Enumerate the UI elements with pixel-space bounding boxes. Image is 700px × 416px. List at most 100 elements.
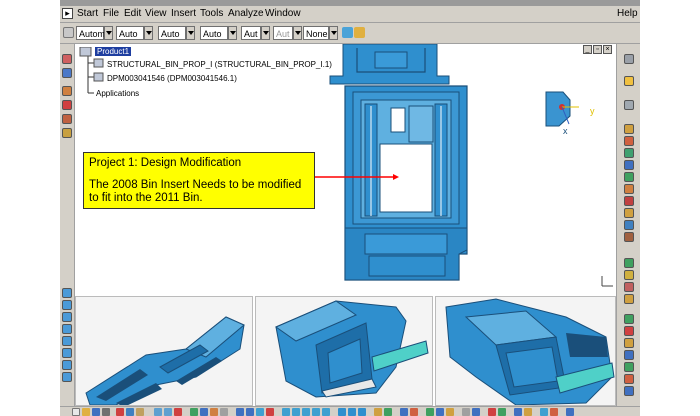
open-icon[interactable] <box>82 408 90 416</box>
menu-tools[interactable]: Tools <box>200 8 223 19</box>
tool-icon[interactable] <box>472 408 480 416</box>
tool-icon[interactable] <box>624 350 634 360</box>
tool-icon[interactable] <box>426 408 434 416</box>
menu-start[interactable]: Start <box>77 8 98 19</box>
tool-icon[interactable] <box>410 408 418 416</box>
menu-help[interactable]: Help <box>617 8 638 19</box>
system-menu-icon[interactable]: ▸ <box>62 8 73 19</box>
tool-icon[interactable] <box>624 338 634 348</box>
tool-icon[interactable] <box>550 408 558 416</box>
tool-icon[interactable] <box>540 408 548 416</box>
tool-icon[interactable] <box>624 232 634 242</box>
menu-insert[interactable]: Insert <box>171 8 196 19</box>
tool-icon[interactable] <box>322 408 330 416</box>
menu-window[interactable]: Window <box>265 8 301 19</box>
tool-icon[interactable] <box>624 270 634 280</box>
tool-icon[interactable] <box>200 408 208 416</box>
tool-icon[interactable] <box>624 282 634 292</box>
menu-view[interactable]: View <box>145 8 167 19</box>
chevron-down-icon[interactable] <box>329 26 338 40</box>
tool-icon[interactable] <box>624 362 634 372</box>
line-thickness-combo[interactable]: Auto <box>200 26 228 40</box>
tool-icon[interactable] <box>236 408 244 416</box>
tool-icon[interactable] <box>374 408 382 416</box>
print-icon[interactable] <box>102 408 110 416</box>
tool-icon[interactable] <box>624 326 634 336</box>
tool-icon[interactable] <box>62 360 72 370</box>
tool-icon[interactable] <box>566 408 574 416</box>
tool-icon[interactable] <box>62 100 72 110</box>
save-icon[interactable] <box>92 408 100 416</box>
fill-color-combo[interactable]: Autom <box>76 26 105 40</box>
close-icon[interactable]: × <box>603 45 612 54</box>
tool-icon[interactable] <box>174 408 182 416</box>
redo-icon[interactable] <box>164 408 172 416</box>
tool-icon[interactable] <box>514 408 522 416</box>
pan-icon[interactable] <box>282 408 290 416</box>
menu-edit[interactable]: Edit <box>124 8 141 19</box>
zoom-icon[interactable] <box>624 100 634 110</box>
chevron-down-icon[interactable] <box>228 26 237 40</box>
chevron-down-icon[interactable] <box>144 26 153 40</box>
tool-icon[interactable] <box>462 408 470 416</box>
tool-icon[interactable] <box>400 408 408 416</box>
tool-icon[interactable] <box>624 258 634 268</box>
tool-icon[interactable] <box>436 408 444 416</box>
tool-icon[interactable] <box>62 86 72 96</box>
point-symbol-combo[interactable]: Aut <box>273 26 293 40</box>
tool-icon[interactable] <box>62 312 72 322</box>
tool-icon[interactable] <box>624 386 634 396</box>
tool-icon[interactable] <box>624 374 634 384</box>
menu-file[interactable]: File <box>103 8 119 19</box>
line-color-combo[interactable]: Auto <box>116 26 144 40</box>
chevron-down-icon[interactable] <box>104 26 113 40</box>
tool-icon[interactable] <box>624 172 634 182</box>
zoom-out-icon[interactable] <box>312 408 320 416</box>
tool-icon[interactable] <box>210 408 218 416</box>
tree-node-root[interactable]: Product1 <box>95 47 132 56</box>
tool-icon[interactable] <box>246 408 254 416</box>
tool-icon[interactable] <box>624 136 634 146</box>
tool-icon[interactable] <box>62 114 72 124</box>
tool-icon[interactable] <box>624 160 634 170</box>
tool-icon[interactable] <box>62 372 72 382</box>
cut-icon[interactable] <box>116 408 124 416</box>
chevron-down-icon[interactable] <box>293 26 302 40</box>
tool-icon[interactable] <box>256 408 264 416</box>
tool-icon[interactable] <box>624 196 634 206</box>
tool-icon[interactable] <box>624 148 634 158</box>
tool-icon[interactable] <box>624 184 634 194</box>
tool-icon[interactable] <box>446 408 454 416</box>
tree-node-label[interactable]: Product1 <box>95 47 132 56</box>
menu-analyze[interactable]: Analyze <box>228 8 264 19</box>
format-painter-icon[interactable] <box>342 27 353 38</box>
chevron-down-icon[interactable] <box>261 26 270 40</box>
rotate-icon[interactable] <box>292 408 300 416</box>
restore-icon[interactable]: ▫ <box>593 45 602 54</box>
tool-icon[interactable] <box>62 288 72 298</box>
chevron-down-icon[interactable] <box>186 26 195 40</box>
copy-icon[interactable] <box>126 408 134 416</box>
tool-icon[interactable] <box>498 408 506 416</box>
undo-icon[interactable] <box>154 408 162 416</box>
tool-icon[interactable] <box>524 408 532 416</box>
view-icon[interactable] <box>348 408 356 416</box>
tree-node-applications[interactable]: Applications <box>96 89 139 98</box>
info-icon[interactable] <box>62 68 72 78</box>
tool-icon[interactable] <box>62 336 72 346</box>
minimize-icon[interactable]: _ <box>583 45 592 54</box>
tool-icon[interactable] <box>266 408 274 416</box>
layer-combo[interactable]: None <box>303 26 329 40</box>
paste-icon[interactable] <box>136 408 144 416</box>
new-icon[interactable] <box>72 408 80 416</box>
tree-node-dpm[interactable]: DPM003041546 (DPM003041546.1) <box>107 74 237 83</box>
tool-icon[interactable] <box>624 54 634 64</box>
properties-icon[interactable] <box>354 27 365 38</box>
tool-icon[interactable] <box>624 208 634 218</box>
tool-icon[interactable] <box>62 324 72 334</box>
tool-icon[interactable] <box>384 408 392 416</box>
tool-icon[interactable] <box>624 220 634 230</box>
tool-icon[interactable] <box>62 54 72 64</box>
tool-icon[interactable] <box>220 408 228 416</box>
tool-icon[interactable] <box>488 408 496 416</box>
